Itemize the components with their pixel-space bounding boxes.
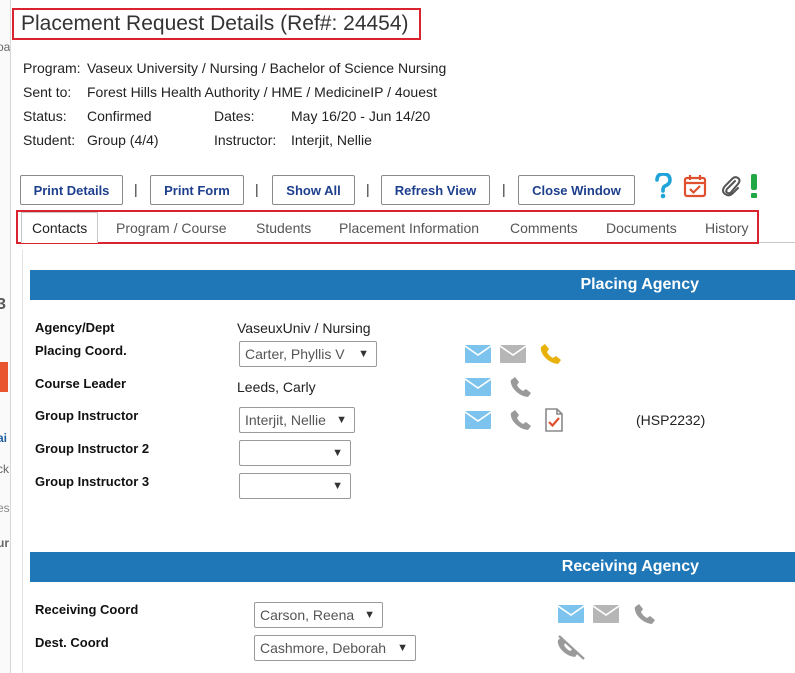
refresh-view-button[interactable]: Refresh View	[381, 175, 490, 205]
placing-agency-header: Placing Agency	[30, 270, 795, 300]
envelope-icon[interactable]	[465, 344, 491, 364]
instructor-value: Interjit, Nellie	[291, 132, 372, 148]
print-form-button[interactable]: Print Form	[150, 175, 244, 205]
document-check-icon[interactable]	[543, 407, 565, 433]
program-value: Vaseux University / Nursing / Bachelor o…	[87, 60, 447, 76]
chevron-down-icon: ▼	[336, 414, 347, 426]
tab-students[interactable]: Students	[256, 213, 311, 243]
dest-coord-selected: Cashmore, Deborah	[260, 640, 387, 656]
tab-placement-information[interactable]: Placement Information	[339, 213, 479, 243]
phone-icon[interactable]	[538, 341, 564, 367]
paperclip-icon[interactable]	[720, 172, 742, 200]
phone-icon[interactable]	[508, 374, 534, 400]
background-window-edge: oa 3 ai ck es ur	[0, 0, 11, 673]
group-instructor-2-select[interactable]: ▼	[239, 440, 351, 466]
sliver-text: ai	[0, 431, 8, 445]
group-instructor-3-label: Group Instructor 3	[35, 474, 150, 489]
sent-to-label: Sent to:	[23, 84, 72, 100]
tab-documents[interactable]: Documents	[606, 213, 677, 243]
toolbar-separator: |	[366, 181, 370, 197]
group-instructor-label: Group Instructor	[35, 408, 139, 423]
sliver-text: 3	[0, 296, 6, 314]
receiving-agency-title: Receiving Agency	[561, 558, 699, 575]
agency-dept-label: Agency/Dept	[35, 320, 115, 335]
sliver-text: ck	[0, 462, 9, 476]
exclamation-icon[interactable]	[748, 172, 760, 200]
program-label: Program:	[23, 60, 81, 76]
tab-comments[interactable]: Comments	[510, 213, 578, 243]
group-instructor-select[interactable]: Interjit, Nellie ▼	[239, 407, 355, 433]
content-left-border	[22, 250, 23, 673]
receiving-coord-selected: Carson, Reena	[260, 607, 355, 623]
envelope-icon[interactable]	[500, 344, 526, 364]
toolbar-separator: |	[255, 181, 259, 197]
print-details-button[interactable]: Print Details	[20, 175, 123, 205]
receiving-coord-select[interactable]: Carson, Reena ▼	[254, 602, 383, 628]
agency-dept-value: VaseuxUniv / Nursing	[237, 320, 371, 336]
dates-value: May 16/20 - Jun 14/20	[291, 108, 431, 124]
course-leader-label: Course Leader	[35, 376, 127, 391]
dates-label: Dates:	[214, 108, 255, 124]
student-value: Group (4/4)	[87, 132, 159, 148]
tab-program-course[interactable]: Program / Course	[116, 213, 226, 243]
dest-coord-select[interactable]: Cashmore, Deborah ▼	[254, 635, 416, 661]
toolbar-separator: |	[134, 181, 138, 197]
envelope-icon[interactable]	[593, 604, 619, 624]
student-label: Student:	[23, 132, 76, 148]
calendar-check-icon[interactable]	[682, 172, 708, 200]
phone-icon[interactable]	[632, 601, 658, 627]
sent-to-value: Forest Hills Health Authority / HME / Me…	[87, 84, 437, 100]
receiving-agency-header: Receiving Agency	[30, 552, 795, 582]
show-all-button[interactable]: Show All	[272, 175, 355, 205]
sliver-text: oa	[0, 40, 11, 54]
envelope-icon[interactable]	[465, 410, 491, 430]
page-title: Placement Request Details (Ref#: 24454)	[12, 8, 421, 40]
envelope-icon[interactable]	[558, 604, 584, 624]
phone-icon[interactable]	[508, 407, 534, 433]
tab-history[interactable]: History	[705, 213, 749, 243]
placing-coord-select[interactable]: Carter, Phyllis V ▼	[239, 341, 377, 367]
tab-contacts[interactable]: Contacts	[21, 212, 99, 243]
toolbar-separator: |	[502, 181, 506, 197]
close-window-button[interactable]: Close Window	[518, 175, 635, 205]
chevron-down-icon: ▼	[397, 642, 408, 654]
dest-coord-label: Dest. Coord	[35, 635, 109, 650]
envelope-icon[interactable]	[465, 377, 491, 397]
placing-coord-selected: Carter, Phyllis V	[245, 346, 345, 362]
placing-agency-title: Placing Agency	[580, 276, 699, 293]
status-value: Confirmed	[87, 108, 152, 124]
chevron-down-icon: ▼	[332, 447, 343, 459]
receiving-coord-label: Receiving Coord	[35, 602, 139, 617]
course-leader-value: Leeds, Carly	[237, 379, 316, 395]
chevron-down-icon: ▼	[364, 609, 375, 621]
phone-disabled-icon	[555, 633, 587, 661]
placing-coord-label: Placing Coord.	[35, 343, 127, 358]
group-instructor-2-label: Group Instructor 2	[35, 441, 150, 456]
chevron-down-icon: ▼	[358, 348, 369, 360]
group-instructor-3-select[interactable]: ▼	[239, 473, 351, 499]
chevron-down-icon: ▼	[332, 480, 343, 492]
group-instructor-selected: Interjit, Nellie	[245, 412, 326, 428]
sliver-text: es	[0, 501, 10, 515]
question-mark-icon[interactable]	[652, 172, 674, 200]
instructor-label: Instructor:	[214, 132, 277, 148]
sliver-accent	[0, 362, 8, 392]
status-label: Status:	[23, 108, 67, 124]
sliver-text: ur	[0, 536, 9, 550]
group-instructor-code: (HSP2232)	[636, 412, 706, 428]
